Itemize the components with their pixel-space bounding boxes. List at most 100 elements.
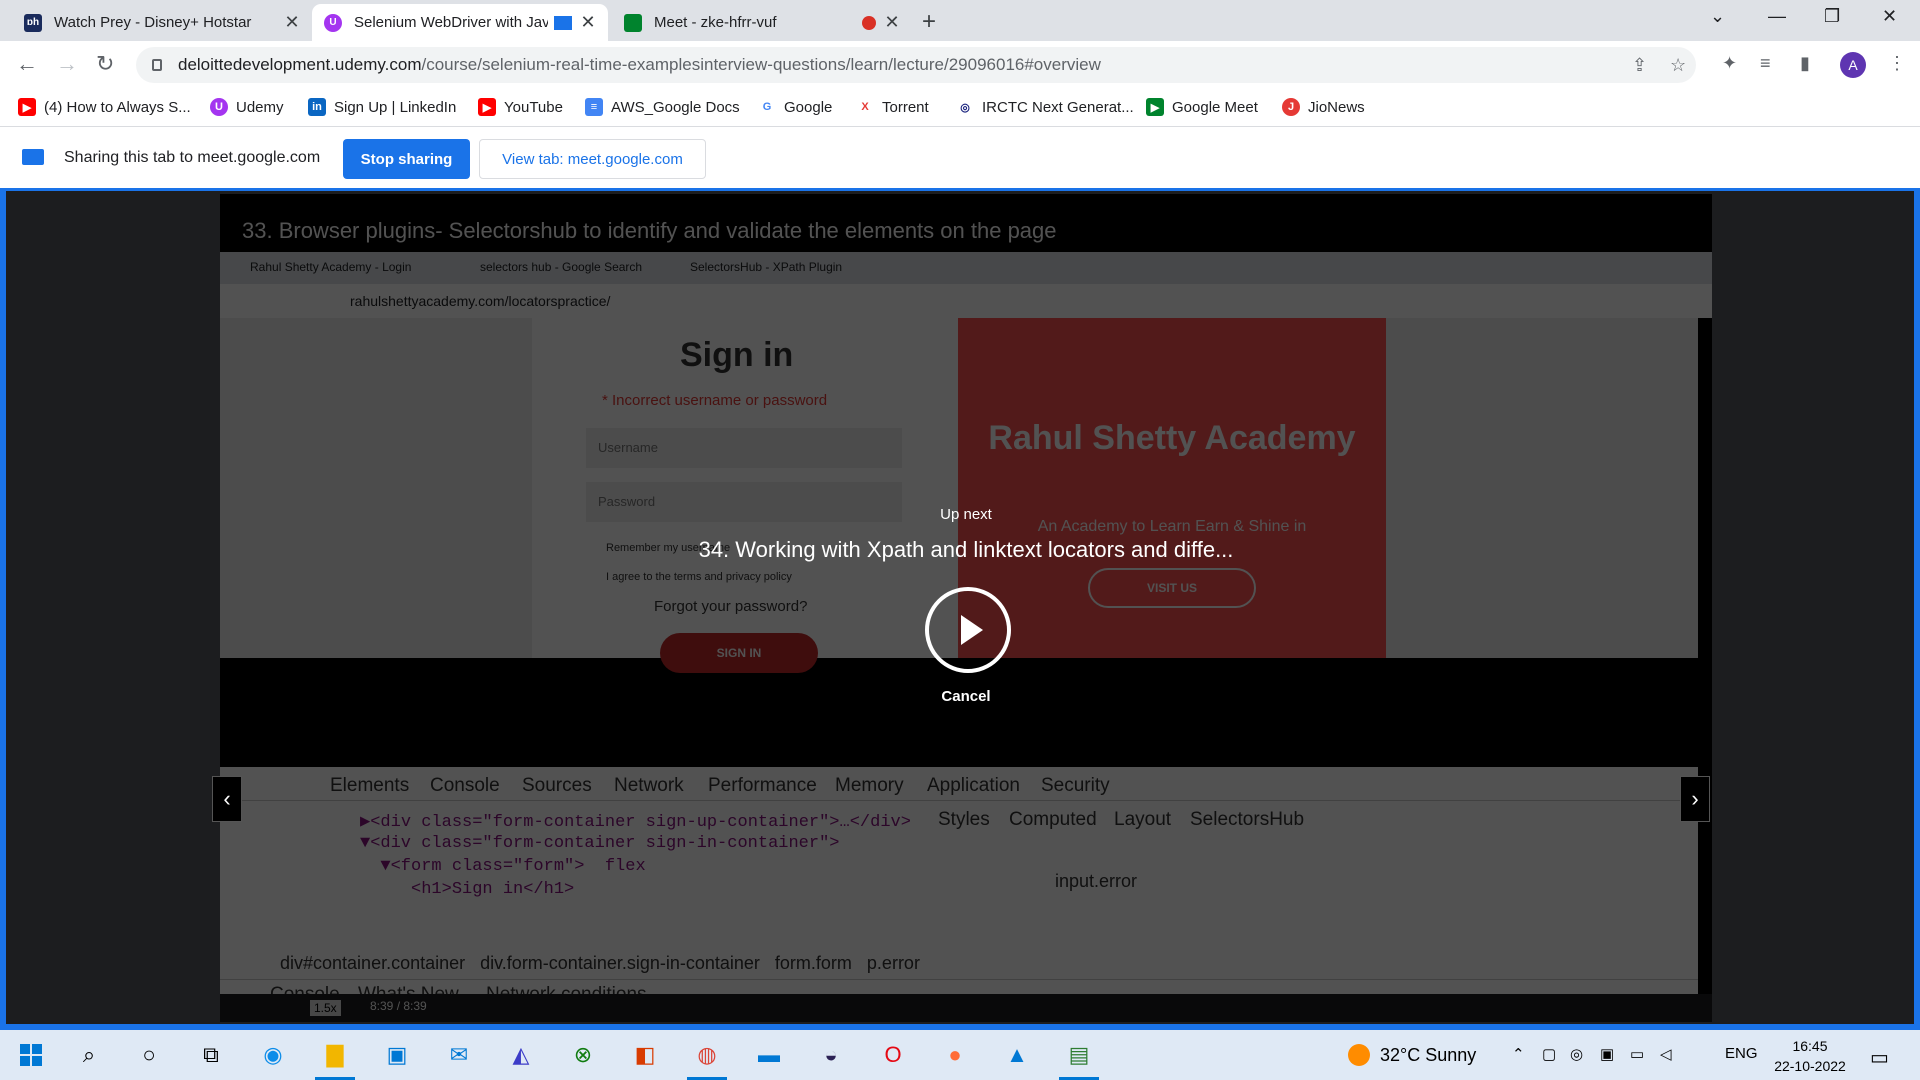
sharing-status-text: Sharing this tab to meet.google.com bbox=[64, 149, 321, 166]
photos-icon[interactable]: ▲ bbox=[1002, 1040, 1032, 1070]
google-meet-icon bbox=[624, 13, 642, 32]
play-next-button[interactable] bbox=[925, 587, 1011, 673]
sun-icon bbox=[1348, 1044, 1370, 1066]
network-status-icon[interactable]: ◎ bbox=[1570, 1045, 1583, 1063]
meet-tray-icon[interactable]: ▢ bbox=[1542, 1045, 1556, 1063]
bookmark-item[interactable]: ◎ IRCTC Next Generat... bbox=[956, 98, 1134, 116]
lecture-title: 33. Browser plugins- Selectorshub to ide… bbox=[242, 218, 1057, 243]
office-icon[interactable]: ◧ bbox=[630, 1040, 660, 1070]
app-icon[interactable]: ◭ bbox=[506, 1040, 536, 1070]
bookmark-item[interactable]: U Udemy bbox=[210, 98, 284, 116]
close-window-button[interactable]: ✕ bbox=[1882, 6, 1897, 27]
notepad-icon[interactable]: ▤ bbox=[1059, 1040, 1099, 1080]
avatar[interactable]: A bbox=[1840, 52, 1866, 78]
inner-url: rahulshettyacademy.com/locatorspractice/ bbox=[350, 293, 611, 309]
language-indicator[interactable]: ENG bbox=[1725, 1045, 1758, 1062]
xbox-icon[interactable]: ⊗ bbox=[568, 1040, 598, 1070]
eclipse-icon[interactable]: ◒ bbox=[816, 1040, 846, 1070]
signin-heading: Sign in bbox=[680, 336, 794, 374]
forward-icon[interactable]: → bbox=[56, 51, 78, 77]
bookmarks-bar: ▶ (4) How to Always S... U Udemy in Sign Up… bbox=[0, 89, 1920, 127]
bookmark-item[interactable]: G Google bbox=[758, 98, 833, 116]
google-meet-icon: ▶ bbox=[1146, 98, 1164, 116]
bookmark-star-icon[interactable]: ☆ bbox=[1670, 55, 1686, 76]
weather-widget[interactable]: 32°C Sunny bbox=[1348, 1044, 1476, 1066]
bookmark-item[interactable]: in Sign Up | LinkedIn bbox=[308, 98, 456, 116]
store-icon[interactable]: ▣ bbox=[382, 1040, 412, 1070]
forgot-link: Forgot your password? bbox=[654, 598, 808, 615]
video-controls: 1.5x 8:39 / 8:39 bbox=[220, 994, 1712, 1022]
restore-button[interactable]: ❐ bbox=[1824, 6, 1840, 27]
bookmark-item[interactable]: X Torrent bbox=[856, 98, 928, 116]
inner-tab: SelectorsHub - XPath Plugin bbox=[690, 260, 843, 274]
next-lecture-button[interactable]: › bbox=[1680, 776, 1710, 822]
bookmark-item[interactable]: ▶ (4) How to Always S... bbox=[18, 98, 191, 116]
remote-desktop-icon[interactable]: ▬ bbox=[754, 1040, 784, 1070]
tray-chevron-icon[interactable]: ⌃ bbox=[1512, 1045, 1525, 1063]
devtools-tabs: Elements Console Sources Network Perform… bbox=[220, 767, 1698, 830]
browser-tab-active[interactable]: U Selenium WebDriver with Jav ✕ bbox=[312, 4, 608, 41]
course-player-page: 33. Browser plugins- Selectorshub to ide… bbox=[0, 191, 1920, 1030]
opera-icon[interactable]: O bbox=[878, 1040, 908, 1070]
search-icon[interactable]: ⌕ bbox=[74, 1040, 104, 1070]
inner-tab: selectors hub - Google Search bbox=[480, 260, 643, 274]
udemy-icon: U bbox=[210, 98, 228, 116]
torrent-icon: X bbox=[861, 101, 869, 113]
back-icon[interactable]: ← bbox=[16, 51, 38, 77]
linkedin-icon: in bbox=[308, 98, 326, 116]
browser-tab[interactable]: Meet - zke-hfrr-vuf ✕ bbox=[612, 4, 912, 41]
new-tab-button[interactable]: + bbox=[922, 8, 936, 36]
academy-name: Rahul Shetty Academy bbox=[988, 419, 1356, 457]
notifications-icon[interactable]: ▭ bbox=[1870, 1045, 1889, 1070]
tab-search-icon[interactable]: ⌄ bbox=[1710, 6, 1725, 27]
media-controls-icon[interactable]: ≡ bbox=[1760, 53, 1771, 74]
share-icon[interactable]: ⇪ bbox=[1632, 55, 1647, 76]
bookmark-item[interactable]: J JioNews bbox=[1282, 98, 1365, 116]
video-player[interactable]: 33. Browser plugins- Selectorshub to ide… bbox=[220, 194, 1712, 1022]
previous-lecture-button[interactable]: ‹ bbox=[212, 776, 242, 822]
close-icon[interactable]: ✕ bbox=[580, 12, 596, 33]
signin-error: * Incorrect username or password bbox=[602, 392, 828, 409]
view-tab-button[interactable]: View tab: meet.google.com bbox=[479, 139, 706, 179]
close-icon[interactable]: ✕ bbox=[884, 12, 900, 33]
code-line: ▼<form class="form"> flex bbox=[360, 857, 646, 876]
visit-button: VISIT US bbox=[1088, 568, 1256, 608]
edge-icon[interactable]: ◉ bbox=[258, 1040, 288, 1070]
next-lecture-title[interactable]: 34. Working with Xpath and linktext loca… bbox=[220, 537, 1712, 563]
devtools-panel: Elements Console Sources Network Perform… bbox=[220, 767, 1698, 1022]
chrome-icon[interactable]: ◍ bbox=[687, 1040, 727, 1080]
menu-icon[interactable]: ⋮ bbox=[1888, 53, 1906, 74]
address-bar[interactable]: deloittedevelopment.udemy.com/course/sel… bbox=[136, 47, 1696, 83]
display-icon[interactable]: ▣ bbox=[1600, 1045, 1614, 1063]
browser-tab[interactable]: ɒh Watch Prey - Disney+ Hotstar ✕ bbox=[12, 4, 312, 41]
mail-icon[interactable]: ✉ bbox=[444, 1040, 474, 1070]
windows-start-icon[interactable] bbox=[16, 1040, 46, 1070]
academy-panel: Rahul Shetty Academy An Academy to Learn… bbox=[958, 318, 1386, 658]
agree-checkbox: I agree to the terms and privacy policy bbox=[606, 571, 792, 583]
cancel-autoplay-button[interactable]: Cancel bbox=[220, 688, 1712, 705]
battery-icon[interactable]: ▭ bbox=[1630, 1045, 1644, 1063]
recording-icon bbox=[862, 15, 876, 30]
volume-icon[interactable]: ◁ bbox=[1660, 1045, 1672, 1063]
selector-input: input.error bbox=[1055, 871, 1138, 891]
irctc-icon: ◎ bbox=[960, 101, 970, 114]
side-panel-icon[interactable]: ▮ bbox=[1800, 53, 1810, 74]
close-icon[interactable]: ✕ bbox=[284, 12, 300, 33]
code-line: ▼<div class="form-container sign-in-cont… bbox=[360, 834, 840, 853]
minimize-button[interactable]: — bbox=[1768, 6, 1786, 27]
task-view-icon[interactable]: ⧉ bbox=[196, 1040, 226, 1070]
bookmark-item[interactable]: ≡ AWS_Google Docs bbox=[585, 98, 740, 116]
bookmark-item[interactable]: ▶ YouTube bbox=[478, 98, 563, 116]
google-docs-icon: ≡ bbox=[585, 98, 603, 116]
code-line: ▶<div class="form-container sign-up-cont… bbox=[360, 813, 911, 832]
cortana-icon[interactable]: ○ bbox=[134, 1040, 164, 1070]
file-explorer-icon[interactable]: ▇ bbox=[315, 1040, 355, 1080]
extensions-icon[interactable]: ✦ bbox=[1722, 53, 1737, 74]
stop-sharing-button[interactable]: Stop sharing bbox=[343, 139, 470, 179]
clock[interactable]: 16:45 22-10-2022 bbox=[1768, 1036, 1852, 1076]
windows-taskbar: ⌕ ○ ⧉ ◉ ▇ ▣ ✉ ◭ ⊗ ◧ ◍ ▬ ◒ O ● ▲ ▤ 32°C S… bbox=[0, 1030, 1920, 1080]
bookmark-item[interactable]: ▶ Google Meet bbox=[1146, 98, 1258, 116]
postman-icon[interactable]: ● bbox=[940, 1040, 970, 1070]
tab-sharing-bar: Sharing this tab to meet.google.com Stop… bbox=[0, 127, 1920, 191]
reload-icon[interactable]: ↻ bbox=[96, 51, 114, 77]
